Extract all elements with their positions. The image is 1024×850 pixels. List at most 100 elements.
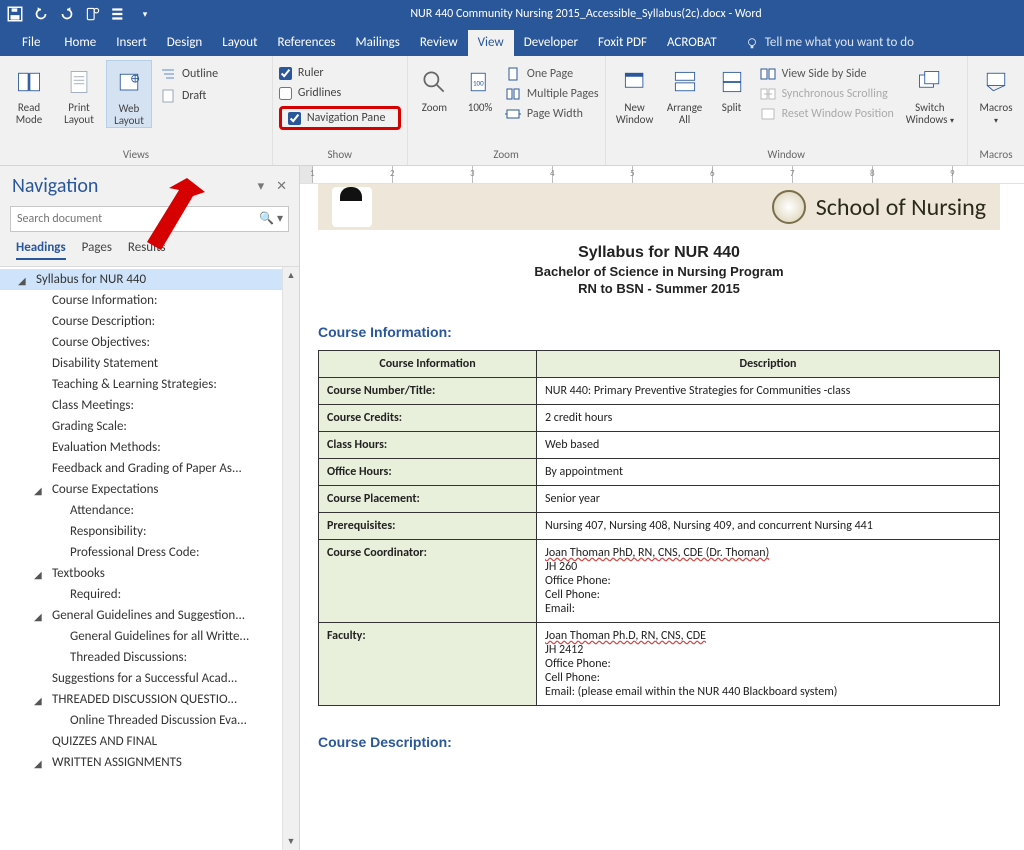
tab-view[interactable]: View (468, 30, 514, 56)
scroll-down-icon[interactable]: ▼ (283, 833, 299, 850)
group-window: New Window Arrange All Split View Side b… (606, 56, 968, 165)
heading-item[interactable]: ◢General Guidelines and Suggestion... (0, 605, 299, 626)
navigation-search[interactable]: 🔍 ▾ (10, 206, 289, 232)
view-side-by-side-button[interactable]: View Side by Side (760, 66, 894, 82)
collapse-icon[interactable]: ◢ (34, 484, 42, 497)
heading-item[interactable]: QUIZZES AND FINAL (0, 731, 299, 752)
heading-item[interactable]: Feedback and Grading of Paper As... (0, 458, 299, 479)
tab-review[interactable]: Review (410, 30, 468, 56)
new-window-button[interactable]: New Window (612, 60, 658, 126)
table-cell-key: Course Placement: (319, 486, 537, 513)
heading-item[interactable]: ◢Course Expectations (0, 479, 299, 500)
tab-foxit[interactable]: Foxit PDF (588, 30, 657, 56)
nav-tab-headings[interactable]: Headings (16, 240, 66, 260)
heading-item[interactable]: ◢ THREADED DISCUSSION QUESTIO... (0, 689, 299, 710)
section-heading-course-desc: Course Description: (318, 734, 1000, 750)
heading-label: WRITTEN ASSIGNMENTS (52, 755, 182, 770)
tab-acrobat[interactable]: ACROBAT (657, 30, 727, 56)
tell-me-search[interactable]: Tell me what you want to do (745, 35, 914, 56)
heading-item[interactable]: Class Meetings: (0, 395, 299, 416)
print-layout-button[interactable]: Print Layout (56, 60, 102, 126)
nav-tab-pages[interactable]: Pages (82, 240, 112, 260)
split-button[interactable]: Split (712, 60, 752, 114)
heading-label: Grading Scale: (52, 419, 127, 434)
nav-scrollbar[interactable]: ▲ ▼ (282, 267, 299, 850)
heading-item[interactable]: Grading Scale: (0, 416, 299, 437)
zoom-button[interactable]: Zoom (414, 60, 456, 114)
tab-mailings[interactable]: Mailings (346, 30, 410, 56)
heading-item[interactable]: Online Threaded Discussion Eva... (0, 710, 299, 731)
heading-item[interactable]: Threaded Discussions: (0, 647, 299, 668)
heading-item[interactable]: Evaluation Methods: (0, 437, 299, 458)
switch-windows-button[interactable]: Switch Windows ▾ (902, 60, 958, 126)
table-row: Course Coordinator:Joan Thoman PhD, RN, … (319, 540, 1000, 623)
redo-icon[interactable] (58, 5, 76, 23)
tab-developer[interactable]: Developer (514, 30, 588, 56)
scroll-up-icon[interactable]: ▲ (283, 267, 299, 284)
heading-item[interactable]: Required: (0, 584, 299, 605)
tab-references[interactable]: References (268, 30, 346, 56)
search-icon[interactable]: 🔍 ▾ (259, 211, 283, 226)
heading-label: General Guidelines for all Writte... (70, 629, 249, 644)
heading-item[interactable]: Attendance: (0, 500, 299, 521)
heading-item[interactable]: Disability Statement (0, 353, 299, 374)
read-mode-button[interactable]: Read Mode (6, 60, 52, 126)
collapse-icon[interactable]: ◢ (34, 568, 42, 581)
heading-label: Online Threaded Discussion Eva... (70, 713, 247, 728)
heading-item[interactable]: Course Description: (0, 311, 299, 332)
search-input[interactable] (10, 206, 289, 232)
navigation-menu-icon[interactable]: ▾ (258, 179, 265, 194)
collapse-icon[interactable]: ◢ (34, 757, 42, 770)
collapse-icon[interactable]: ◢ (18, 274, 26, 287)
multi-page-icon (505, 86, 521, 102)
tab-insert[interactable]: Insert (106, 30, 157, 56)
heading-item[interactable]: Responsibility: (0, 521, 299, 542)
navigation-tabs: Headings Pages Results (0, 240, 299, 266)
heading-item[interactable]: General Guidelines for all Writte... (0, 626, 299, 647)
heading-item[interactable]: Course Information: (0, 290, 299, 311)
draft-button[interactable]: Draft (160, 88, 218, 104)
navigation-close-icon[interactable]: ✕ (276, 179, 287, 194)
page-width-icon (505, 106, 521, 122)
table-cell-value: Joan Thoman Ph.D, RN, CNS, CDEJH 2412Off… (537, 623, 1000, 706)
tell-me-label: Tell me what you want to do (765, 35, 914, 50)
heading-label: THREADED DISCUSSION QUESTIO... (52, 692, 237, 707)
heading-item[interactable]: Suggestions for a Successful Acad... (0, 668, 299, 689)
undo-icon[interactable] (32, 5, 50, 23)
zoom-100-button[interactable]: 100 100% (459, 60, 501, 114)
tab-home[interactable]: Home (54, 30, 106, 56)
tab-layout[interactable]: Layout (212, 30, 267, 56)
nav-tab-results[interactable]: Results (128, 240, 166, 260)
multiple-pages-button[interactable]: Multiple Pages (505, 86, 599, 102)
web-layout-button[interactable]: Web Layout (106, 60, 152, 128)
arrange-all-button[interactable]: Arrange All (662, 60, 708, 126)
customize-qat-icon[interactable] (110, 5, 128, 23)
table-cell-key: Prerequisites: (319, 513, 537, 540)
navigation-pane-checkbox[interactable]: Navigation Pane (288, 111, 392, 125)
heading-item[interactable]: Course Objectives: (0, 332, 299, 353)
document-area: 123456789 School of Nursing Syllabus for… (300, 166, 1024, 850)
table-cell-key: Faculty: (319, 623, 537, 706)
heading-item[interactable]: Teaching & Learning Strategies: (0, 374, 299, 395)
heading-item[interactable]: ◢Textbooks (0, 563, 299, 584)
tab-design[interactable]: Design (157, 30, 212, 56)
collapse-icon[interactable]: ◢ (34, 610, 42, 623)
gridlines-checkbox[interactable]: Gridlines (279, 86, 401, 100)
outline-icon (160, 66, 176, 82)
page-width-button[interactable]: Page Width (505, 106, 599, 122)
horizontal-ruler[interactable]: 123456789 (300, 166, 1024, 184)
one-page-button[interactable]: One Page (505, 66, 599, 82)
ruler-checkbox[interactable]: Ruler (279, 66, 401, 80)
heading-item[interactable]: Professional Dress Code: (0, 542, 299, 563)
table-row: Faculty:Joan Thoman Ph.D, RN, CNS, CDEJH… (319, 623, 1000, 706)
touch-mode-icon[interactable] (84, 5, 102, 23)
collapse-icon[interactable]: ◢ (34, 694, 42, 707)
macros-button[interactable]: Macros▾ (974, 60, 1018, 126)
qat-dropdown-icon[interactable]: ▾ (136, 5, 154, 23)
table-row: Prerequisites:Nursing 407, Nursing 408, … (319, 513, 1000, 540)
tab-file[interactable]: File (8, 30, 54, 56)
heading-item[interactable]: ◢Syllabus for NUR 440 (0, 269, 299, 290)
outline-button[interactable]: Outline (160, 66, 218, 82)
save-icon[interactable] (6, 5, 24, 23)
heading-item[interactable]: ◢ WRITTEN ASSIGNMENTS (0, 752, 299, 773)
